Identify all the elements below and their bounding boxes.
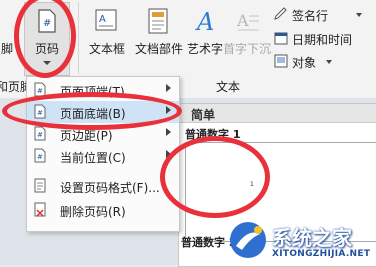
calendar-icon: [274, 32, 288, 45]
text-box-button[interactable]: A 文本框: [82, 2, 132, 64]
watermark-url: XITONGZHIJIA.NET: [272, 249, 371, 259]
gallery-section-header: 简单: [179, 104, 376, 123]
signature-line-button[interactable]: 签名行: [270, 5, 374, 25]
menu-item-format-page-numbers[interactable]: 设置页码格式(F)...: [27, 175, 179, 197]
signature-icon: [274, 7, 287, 20]
menu-item-current-position[interactable]: # 当前位置(C): [27, 145, 179, 167]
menu-item-label: 删除页码(R): [60, 205, 126, 219]
menu-item-label: 设置页码格式(F)...: [60, 181, 160, 195]
text-group-label: 文本: [216, 80, 241, 94]
date-time-button[interactable]: 日期和时间: [270, 29, 374, 49]
drop-cap-label: 首字下沉: [222, 42, 271, 56]
page-icon: #: [34, 148, 46, 163]
group-divider: [78, 2, 79, 74]
object-icon: [274, 54, 288, 68]
menu-item-remove-page-numbers[interactable]: 删除页码(R): [27, 199, 179, 221]
document-parts-button[interactable]: 文档部件: [133, 2, 185, 64]
drop-cap-icon: A: [236, 11, 259, 31]
menu-item-label: 当前位置(C): [60, 151, 126, 165]
format-page-icon: [34, 178, 46, 193]
drop-cap-button[interactable]: A 首字下沉: [222, 2, 272, 64]
watermark-logo-icon: [230, 222, 266, 258]
site-watermark: 系统之家 XITONGZHIJIA.NET: [228, 218, 376, 265]
annotation-circle-plain-number-1: [160, 136, 270, 218]
chevron-right-icon: [166, 84, 171, 92]
header-footer-partial-label[interactable]: 脚: [1, 40, 13, 57]
svg-text:A: A: [195, 8, 214, 34]
watermark-title: 系统之家: [272, 226, 352, 250]
chevron-down-icon: [356, 13, 362, 17]
signature-line-label: 签名行: [292, 9, 329, 23]
object-label: 对象: [292, 56, 317, 70]
date-time-label: 日期和时间: [292, 33, 353, 47]
text-box-icon: A: [95, 9, 117, 31]
chevron-right-icon: [166, 128, 171, 136]
wordart-label: 艺术字: [186, 42, 223, 56]
annotation-circle-bottom-of-page: [2, 92, 182, 130]
svg-text:#: #: [37, 153, 43, 161]
document-parts-label: 文档部件: [134, 42, 183, 56]
remove-page-icon: [34, 202, 46, 217]
object-button[interactable]: 对象: [270, 52, 374, 72]
svg-text:A: A: [236, 11, 249, 30]
svg-text:#: #: [37, 131, 43, 139]
page-icon: #: [34, 126, 46, 141]
document-parts-icon: [148, 8, 168, 34]
chevron-down-icon: [326, 60, 332, 64]
svg-text:#: #: [37, 87, 43, 95]
svg-text:A: A: [99, 14, 106, 25]
wordart-icon: A: [195, 8, 214, 34]
text-box-label: 文本框: [88, 42, 125, 56]
wordart-button[interactable]: A 艺术字: [186, 2, 224, 64]
gallery-section-label: 简单: [191, 108, 216, 122]
